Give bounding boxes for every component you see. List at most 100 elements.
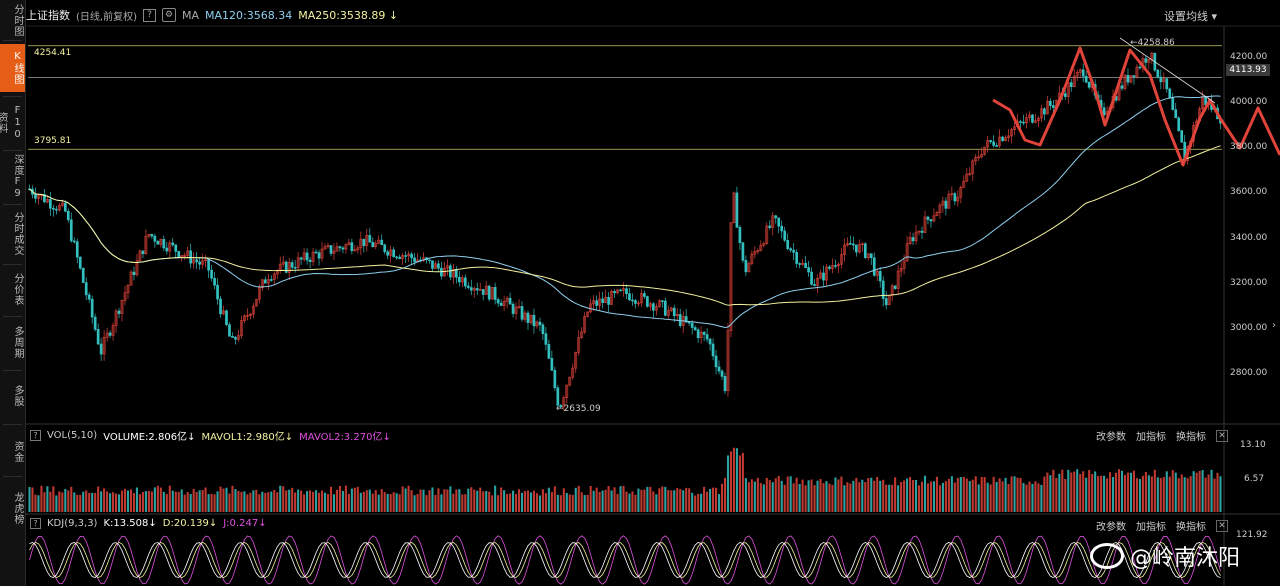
kdj-close-icon[interactable]: ✕ bbox=[1216, 519, 1228, 532]
candle-body bbox=[872, 257, 876, 276]
volume-bar bbox=[485, 491, 488, 512]
candle-body bbox=[538, 321, 542, 326]
volume-bar bbox=[395, 493, 398, 512]
vol-switch-indicator[interactable]: 换指标 bbox=[1176, 428, 1206, 443]
vol-add-indicator[interactable]: 加指标 bbox=[1136, 428, 1166, 443]
volume-bar bbox=[109, 493, 112, 512]
volume-bar bbox=[338, 485, 341, 512]
candle-body bbox=[723, 376, 727, 392]
candle-body bbox=[449, 265, 452, 278]
volume-bar bbox=[870, 477, 873, 512]
candle-body bbox=[789, 248, 793, 251]
candle-body bbox=[652, 303, 655, 311]
candle-body bbox=[81, 267, 85, 283]
vol-edit-params[interactable]: 改参数 bbox=[1096, 428, 1126, 443]
volume-bar bbox=[768, 480, 771, 512]
volume-bar bbox=[261, 491, 264, 512]
volume-bar bbox=[70, 486, 73, 512]
volume-bar bbox=[165, 493, 168, 512]
candle-body bbox=[404, 255, 407, 257]
volume-bar bbox=[849, 483, 852, 512]
volume-bar bbox=[500, 487, 503, 512]
volume-bar bbox=[1007, 483, 1010, 512]
volume-bar bbox=[234, 489, 237, 512]
volume-bar bbox=[1070, 472, 1073, 512]
volume-bar bbox=[828, 483, 831, 512]
volume-bar bbox=[494, 485, 497, 512]
volume-bar bbox=[419, 489, 422, 512]
volume-bar bbox=[473, 489, 476, 512]
volume-bar bbox=[658, 488, 661, 512]
candle-body bbox=[834, 265, 837, 267]
volume-bar bbox=[846, 482, 849, 512]
candle-body bbox=[532, 314, 536, 327]
volume-bar bbox=[980, 477, 983, 512]
volume-bar bbox=[738, 455, 741, 512]
candle-body bbox=[63, 202, 67, 212]
volume-bar bbox=[150, 491, 153, 512]
volume-bar bbox=[347, 493, 350, 512]
kdj-edit-params[interactable]: 改参数 bbox=[1096, 518, 1126, 533]
candle-body bbox=[780, 225, 784, 232]
ma120-line bbox=[29, 95, 1221, 329]
candle-body bbox=[1174, 109, 1178, 119]
kdj-switch-indicator[interactable]: 换指标 bbox=[1176, 518, 1206, 533]
price-tick-label: 3000.00 bbox=[1230, 322, 1268, 333]
volume-bar bbox=[147, 491, 150, 512]
volume-bar bbox=[574, 487, 577, 512]
vol-volume: VOLUME:2.806亿↓ bbox=[103, 432, 196, 443]
volume-bar bbox=[792, 483, 795, 512]
candle-body bbox=[634, 300, 637, 304]
candle-body bbox=[607, 297, 610, 305]
volume-bar bbox=[765, 477, 768, 512]
candle-body bbox=[75, 241, 79, 258]
vol-close-icon[interactable]: ✕ bbox=[1216, 429, 1228, 442]
volume-bar bbox=[1010, 476, 1013, 512]
candle-body bbox=[672, 307, 676, 317]
candle-body bbox=[156, 240, 160, 245]
volume-bar bbox=[464, 494, 467, 512]
volume-bar bbox=[900, 481, 903, 512]
volume-bar bbox=[935, 476, 938, 512]
kdj-d: D:20.139↓ bbox=[162, 518, 218, 529]
volume-bar bbox=[953, 482, 956, 512]
candle-body bbox=[646, 296, 649, 307]
kdj-help-icon[interactable]: ? bbox=[30, 518, 41, 529]
volume-bar bbox=[906, 478, 909, 512]
volume-bar bbox=[512, 490, 515, 512]
vol-panel-actions: 改参数 加指标 换指标 ✕ bbox=[1096, 428, 1228, 443]
kdj-add-indicator[interactable]: 加指标 bbox=[1136, 518, 1166, 533]
volume-bar bbox=[625, 491, 628, 512]
candle-body bbox=[1069, 82, 1073, 87]
candle-body bbox=[783, 230, 787, 241]
volume-bar bbox=[729, 451, 733, 512]
volume-bar bbox=[926, 483, 930, 512]
volume-bar bbox=[46, 486, 49, 512]
volume-bar bbox=[1052, 469, 1055, 512]
kline-chart[interactable] bbox=[0, 0, 1280, 586]
volume-bar bbox=[780, 480, 783, 512]
candle-body bbox=[804, 262, 807, 268]
volume-bar bbox=[759, 483, 762, 512]
volume-bar bbox=[774, 478, 777, 512]
candle-body bbox=[1031, 114, 1034, 123]
volume-bar bbox=[1097, 476, 1100, 512]
volume-bar bbox=[231, 485, 234, 512]
candle-body bbox=[1132, 75, 1136, 78]
volume-bar bbox=[204, 487, 207, 512]
chevron-right-icon[interactable]: › bbox=[1272, 320, 1276, 331]
candle-body bbox=[619, 289, 622, 292]
volume-bar bbox=[795, 477, 798, 512]
vol-help-icon[interactable]: ? bbox=[30, 430, 41, 441]
volume-bar bbox=[977, 484, 980, 512]
volume-bar bbox=[171, 490, 174, 512]
candle-body bbox=[475, 288, 479, 291]
volume-bar bbox=[786, 476, 789, 512]
kdj-k: K:13.508↓ bbox=[103, 518, 157, 529]
volume-bar bbox=[380, 489, 383, 512]
volume-bar bbox=[40, 485, 43, 512]
candle-body bbox=[210, 269, 213, 279]
candle-body bbox=[496, 299, 500, 304]
volume-bar bbox=[458, 489, 461, 512]
volume-bar bbox=[326, 494, 330, 512]
